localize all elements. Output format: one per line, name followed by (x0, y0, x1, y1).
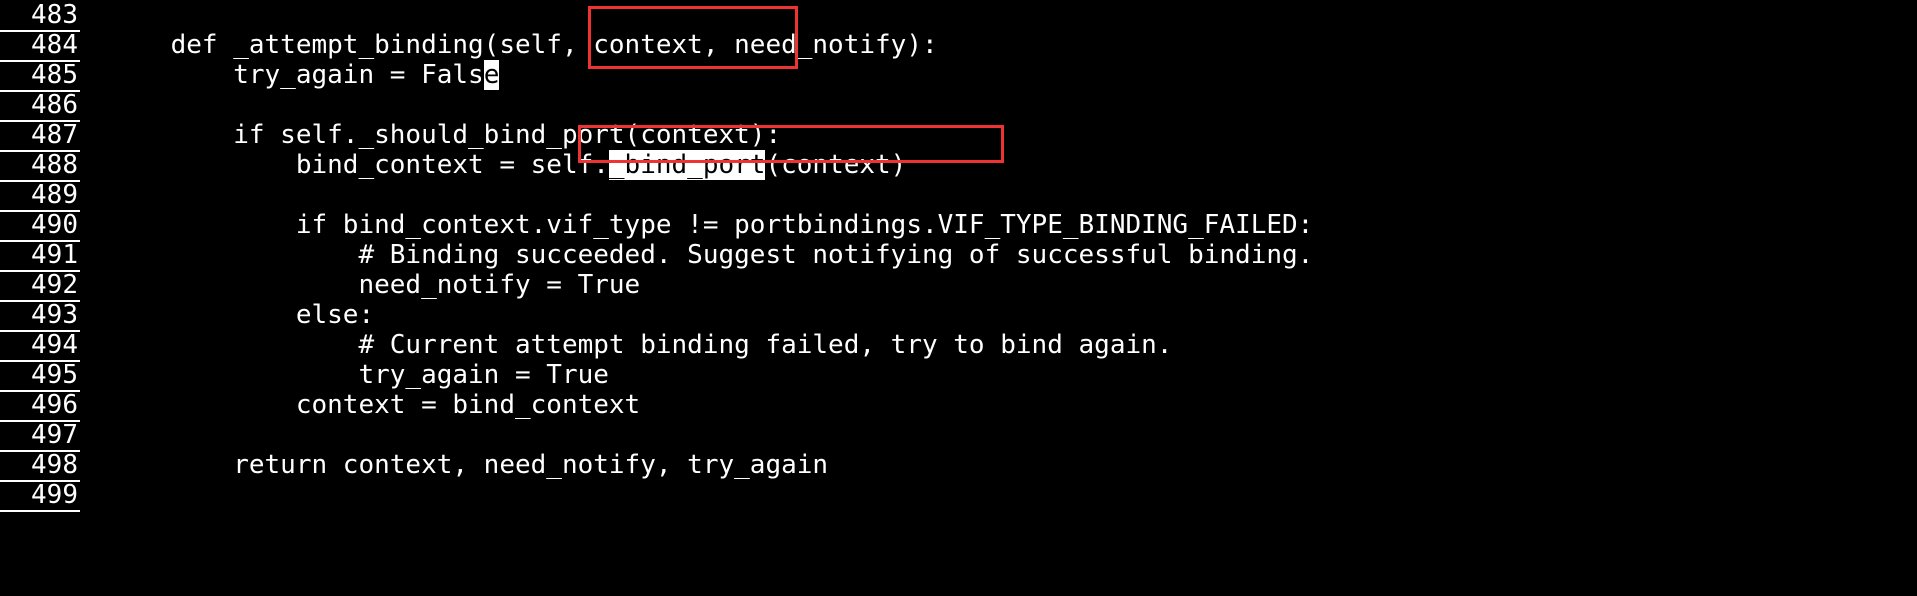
code-segment: try_again = True (108, 360, 609, 390)
line-number: 483 (0, 0, 80, 32)
code-line[interactable]: 492 need_notify = True (0, 270, 1917, 300)
line-number: 499 (0, 480, 80, 512)
code-line[interactable]: 488 bind_context = self._bind_port(conte… (0, 150, 1917, 180)
code-segment: (context) (765, 150, 906, 180)
code-line[interactable]: 496 context = bind_context (0, 390, 1917, 420)
code-segment: else: (108, 300, 374, 330)
code-line[interactable]: 495 try_again = True (0, 360, 1917, 390)
code-segment: try_again = Fals (108, 60, 484, 90)
line-number: 484 (0, 30, 80, 62)
code-text: context = bind_context (108, 390, 640, 420)
code-text: return context, need_notify, try_again (108, 450, 828, 480)
code-text: if self._should_bind_port(context): (108, 120, 781, 150)
code-line[interactable]: 483 (0, 0, 1917, 30)
code-text: try_again = True (108, 360, 609, 390)
code-text: if bind_context.vif_type != portbindings… (108, 210, 1313, 240)
code-segment: if self._should_bind_port(context): (108, 120, 781, 150)
code-text: try_again = False (108, 60, 499, 90)
code-editor[interactable]: 483484 def _attempt_binding(self, contex… (0, 0, 1917, 510)
code-line[interactable]: 486 (0, 90, 1917, 120)
line-number: 495 (0, 360, 80, 392)
line-number: 487 (0, 120, 80, 152)
code-line[interactable]: 490 if bind_context.vif_type != portbind… (0, 210, 1917, 240)
code-segment: if bind_context.vif_type != portbindings… (108, 210, 1313, 240)
code-line[interactable]: 499 (0, 480, 1917, 510)
code-segment: return context, need_notify, try_again (108, 450, 828, 480)
code-text: # Current attempt binding failed, try to… (108, 330, 1172, 360)
code-segment: need_notify = True (108, 270, 640, 300)
code-line[interactable]: 487 if self._should_bind_port(context): (0, 120, 1917, 150)
code-line[interactable]: 489 (0, 180, 1917, 210)
code-line[interactable]: 485 try_again = False (0, 60, 1917, 90)
code-highlight-segment: e (484, 60, 500, 90)
code-line[interactable]: 497 (0, 420, 1917, 450)
code-segment: context = bind_context (108, 390, 640, 420)
code-text: def _attempt_binding(self, context, need… (108, 30, 938, 60)
line-number: 494 (0, 330, 80, 362)
line-number: 493 (0, 300, 80, 332)
line-number: 488 (0, 150, 80, 182)
line-number: 486 (0, 90, 80, 122)
code-highlight-segment: _bind_port (609, 150, 766, 180)
line-number: 491 (0, 240, 80, 272)
code-segment: # Binding succeeded. Suggest notifying o… (108, 240, 1313, 270)
code-text: else: (108, 300, 374, 330)
code-text: need_notify = True (108, 270, 640, 300)
code-line[interactable]: 498 return context, need_notify, try_aga… (0, 450, 1917, 480)
line-number: 492 (0, 270, 80, 302)
line-number: 490 (0, 210, 80, 242)
code-line[interactable]: 484 def _attempt_binding(self, context, … (0, 30, 1917, 60)
code-text: bind_context = self._bind_port(context) (108, 150, 906, 180)
line-number: 496 (0, 390, 80, 422)
line-number: 498 (0, 450, 80, 482)
line-number: 497 (0, 420, 80, 452)
code-line[interactable]: 491 # Binding succeeded. Suggest notifyi… (0, 240, 1917, 270)
code-line[interactable]: 493 else: (0, 300, 1917, 330)
code-lines: 483484 def _attempt_binding(self, contex… (0, 0, 1917, 510)
code-line[interactable]: 494 # Current attempt binding failed, tr… (0, 330, 1917, 360)
code-segment: # Current attempt binding failed, try to… (108, 330, 1172, 360)
line-number: 485 (0, 60, 80, 92)
line-number: 489 (0, 180, 80, 212)
code-text: # Binding succeeded. Suggest notifying o… (108, 240, 1313, 270)
code-segment: bind_context = self. (108, 150, 609, 180)
code-segment: def _attempt_binding(self, context, need… (108, 30, 938, 60)
